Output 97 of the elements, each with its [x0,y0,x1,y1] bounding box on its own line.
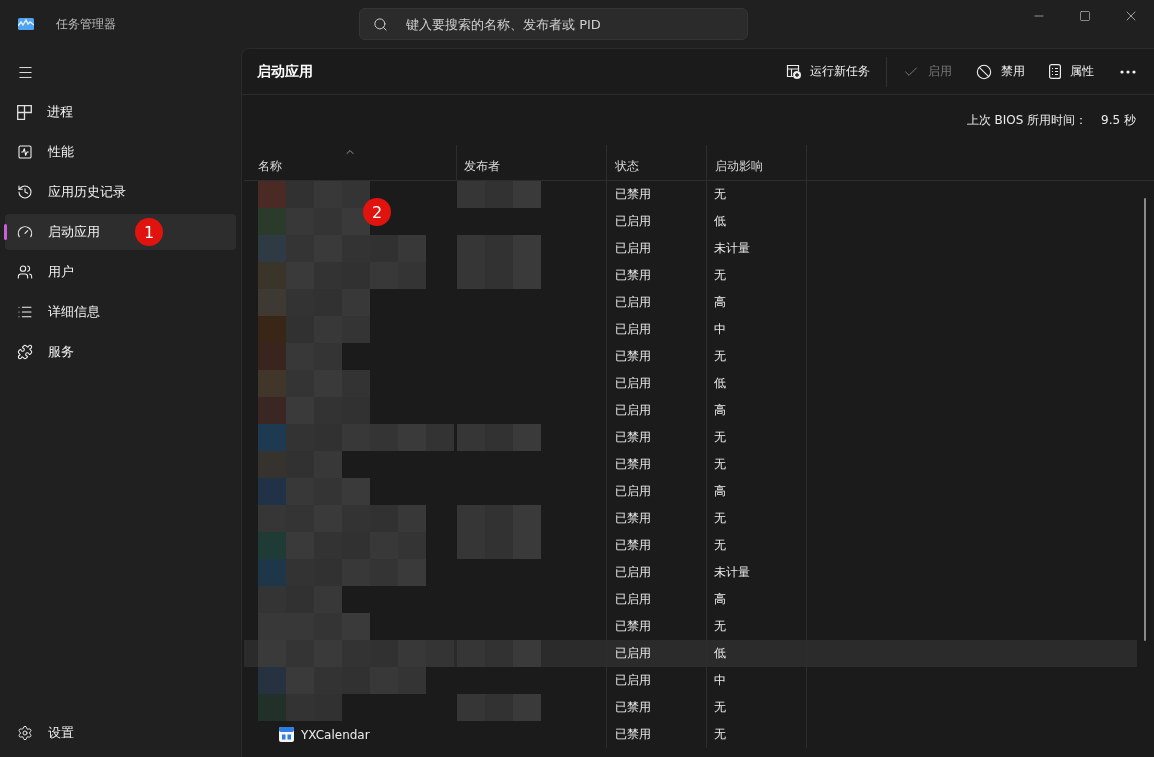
table-cell: 已禁用 [615,186,651,203]
column-header[interactable]: 启动影响 [707,145,807,180]
table-cell: YXCalendar [301,727,370,742]
table-cell: 已启用 [615,294,651,311]
history-icon [17,184,33,200]
bios-time-value: 9.5 秒 [1101,111,1136,129]
table-cell: 已启用 [615,375,651,392]
table-cell: 已启用 [615,240,651,257]
sidebar-item[interactable]: 进程 [5,94,236,130]
column-header[interactable]: 名称 [244,145,457,180]
table-cell: 无 [714,348,726,365]
table-row[interactable]: 已启用 低 [244,370,1137,397]
table-cell: 低 [714,375,726,392]
search-icon [373,17,388,32]
table-row[interactable]: 已禁用 无 [244,694,1137,721]
table-row[interactable]: 已禁用 无 [244,343,1137,370]
table-cell: 已禁用 [615,726,651,743]
table-cell: 未计量 [714,564,750,581]
toolbar-button[interactable]: 运行新任务 [778,55,878,88]
search-field[interactable]: 键入要搜索的名称、发布者或 PID [359,8,748,40]
sidebar-item[interactable]: 详细信息 [5,294,236,330]
sidebar-item[interactable]: 性能 [5,134,236,170]
table-row[interactable]: 已禁用 无 [244,505,1137,532]
table-cell: 无 [714,699,726,716]
table-row[interactable]: 已启用 未计量 [244,235,1137,262]
table-row[interactable]: 已启用 高 [244,586,1137,613]
column-header[interactable]: 状态 [607,145,707,180]
list-icon [17,304,33,320]
pulse-chart-icon [17,144,33,160]
table-row[interactable]: 已启用 高 [244,478,1137,505]
table-cell: 已禁用 [615,537,651,554]
table-cell: 已禁用 [615,618,651,635]
add-task-icon [786,64,801,79]
column-header[interactable]: 发布者 [457,145,607,180]
table-row[interactable]: 已启用 中 [244,316,1137,343]
table-cell: 高 [714,294,726,311]
table-cell: 无 [714,537,726,554]
table-cell: 已启用 [615,402,651,419]
table-cell: 已启用 [615,213,651,230]
settings-item[interactable]: 设置 [5,715,236,751]
table-cell: 低 [714,213,726,230]
users-icon [17,264,33,280]
table-cell: 未计量 [714,240,750,257]
table-cell: 中 [714,321,726,338]
table-row[interactable]: 已启用 低 [244,640,1137,667]
table-cell: 已启用 [615,483,651,500]
sidebar-item[interactable]: 用户 [5,254,236,290]
table-row[interactable]: 已启用 中 [244,667,1137,694]
table-cell: 已启用 [615,321,651,338]
maximize-icon [1079,10,1091,22]
puzzle-icon [17,344,33,360]
table-cell: 高 [714,402,726,419]
sidebar-item[interactable]: 应用历史记录 [5,174,236,210]
table-cell: 高 [714,483,726,500]
table-cell: 无 [714,429,726,446]
table-cell: 中 [714,672,726,689]
table-cell: 已禁用 [615,699,651,716]
table-cell: 无 [714,186,726,203]
table-cell: 无 [714,510,726,527]
table-cell: 已禁用 [615,456,651,473]
table-cell: 无 [714,726,726,743]
table-row[interactable]: 已禁用 无 [244,424,1137,451]
more-icon [1120,69,1136,74]
gauge-icon [17,224,33,240]
scrollbar-thumb[interactable] [1144,198,1146,641]
table-cell: 已启用 [615,672,651,689]
table-cell: 已禁用 [615,348,651,365]
sidebar-item[interactable]: 服务 [5,334,236,370]
table-cell: 无 [714,267,726,284]
app-logo-icon [18,18,34,30]
grid-icon [17,104,32,120]
table-row[interactable]: 已启用 高 [244,289,1137,316]
table-row[interactable]: 已启用 高 [244,397,1137,424]
settings-icon [17,725,33,741]
ban-icon [976,63,992,80]
table-cell: 已启用 [615,564,651,581]
table-cell: 无 [714,618,726,635]
bios-time-label: 上次 BIOS 所用时间： [966,111,1088,129]
calendar-icon [279,727,294,742]
window-title: 任务管理器 [56,15,116,33]
table-row[interactable]: 已禁用 无 [244,262,1137,289]
table-row[interactable]: 已禁用 无 [244,532,1137,559]
table-cell: 已启用 [615,591,651,608]
table-cell: 低 [714,645,726,662]
table-cell: 已启用 [615,645,651,662]
table-cell: 无 [714,456,726,473]
properties-icon [1049,64,1061,79]
table-cell: 已禁用 [615,267,651,284]
table-row[interactable]: 已启用 未计量 [244,559,1137,586]
table-cell: 已禁用 [615,429,651,446]
table-row[interactable]: 已禁用 无 [244,451,1137,478]
page-title: 启动应用 [257,62,313,81]
table-cell: 已禁用 [615,510,651,527]
toolbar-button[interactable]: 禁用 [968,55,1033,88]
table-cell: 高 [714,591,726,608]
toolbar-button[interactable]: 属性 [1041,55,1102,88]
table-row[interactable]: YXCalendar 已禁用 无 [244,721,1137,748]
